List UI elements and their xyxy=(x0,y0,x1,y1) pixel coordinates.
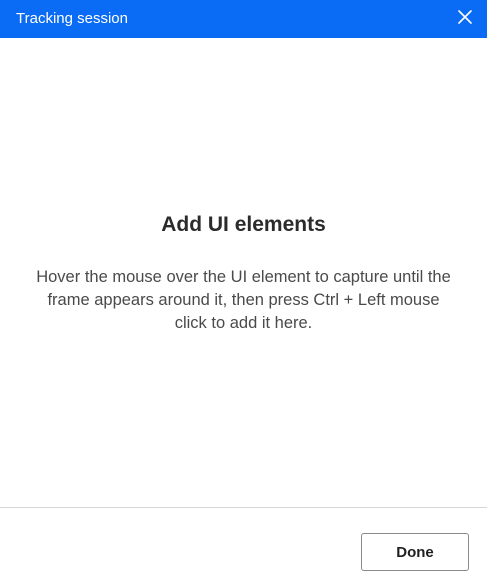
close-icon xyxy=(457,9,473,30)
done-button[interactable]: Done xyxy=(361,533,469,571)
content-area: Add UI elements Hover the mouse over the… xyxy=(0,38,487,507)
tracking-session-window: Tracking session Add UI elements Hover t… xyxy=(0,0,487,584)
window-title: Tracking session xyxy=(16,10,128,27)
close-button[interactable] xyxy=(451,5,479,33)
title-bar: Tracking session xyxy=(0,0,487,38)
footer-divider xyxy=(0,507,487,508)
empty-state-heading: Add UI elements xyxy=(161,213,326,236)
empty-state-description: Hover the mouse over the UI element to c… xyxy=(36,268,451,332)
